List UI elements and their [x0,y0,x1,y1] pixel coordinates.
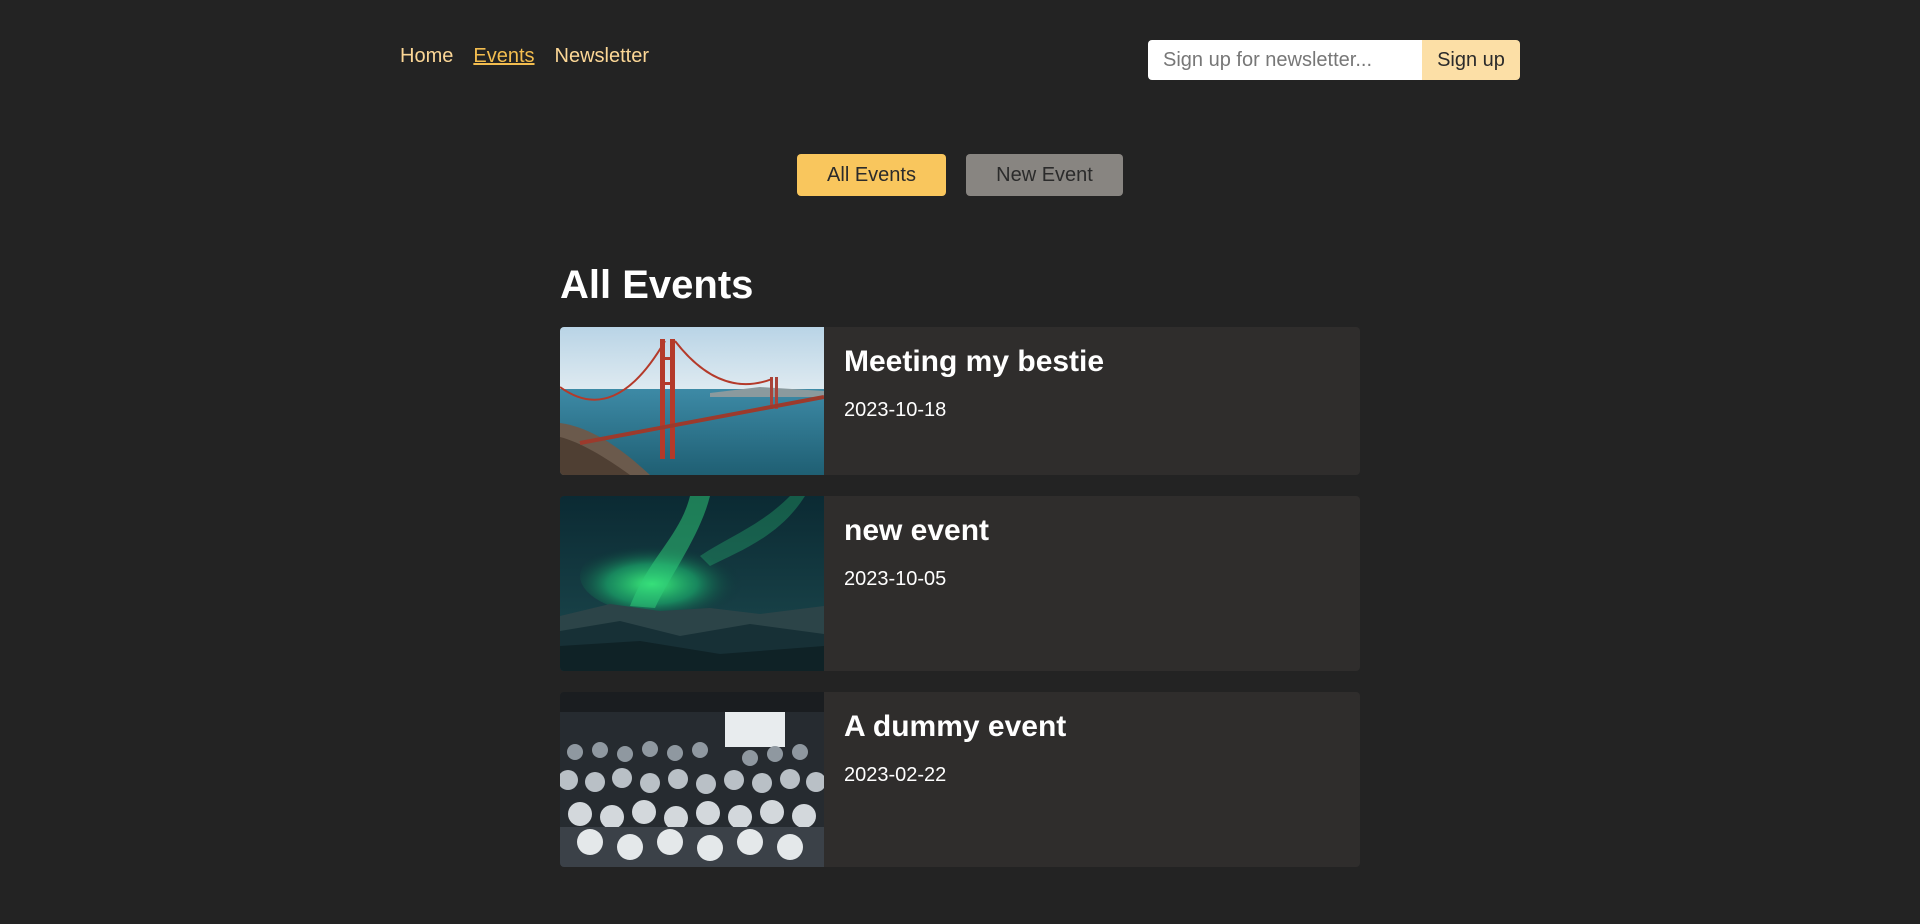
event-item[interactable]: A dummy event 2023-02-22 [560,692,1360,867]
all-events-button[interactable]: All Events [797,154,946,196]
event-title: new event [844,514,990,547]
nav-link-home[interactable]: Home [400,44,453,68]
event-title: Meeting my bestie [844,345,1105,378]
nav-link-events[interactable]: Events [473,44,534,68]
events-section: All Events Meeting my bestie 2023-10-18 … [560,258,1360,867]
main-nav: Home Events Newsletter [400,44,649,68]
main-header: Home Events Newsletter Sign up [400,40,1520,80]
event-date: 2023-10-18 [844,399,947,421]
page-title: All Events [560,263,754,307]
event-date: 2023-10-05 [844,568,947,590]
event-title: A dummy event [844,710,1067,743]
nav-link-newsletter[interactable]: Newsletter [555,44,649,68]
event-item[interactable]: Meeting my bestie 2023-10-18 [560,327,1360,475]
newsletter-signup-button[interactable]: Sign up [1422,40,1520,80]
event-date: 2023-02-22 [844,764,947,786]
event-image-golden-gate-bridge [560,327,824,475]
newsletter-email-input[interactable] [1148,40,1422,80]
newsletter-signup-form: Sign up [1148,40,1520,80]
event-image-conference-audience [560,692,824,867]
new-event-button[interactable]: New Event [966,154,1123,196]
event-item[interactable]: new event 2023-10-05 [560,496,1360,671]
event-image-northern-lights [560,496,824,671]
events-nav: All Events New Event [0,154,1920,196]
